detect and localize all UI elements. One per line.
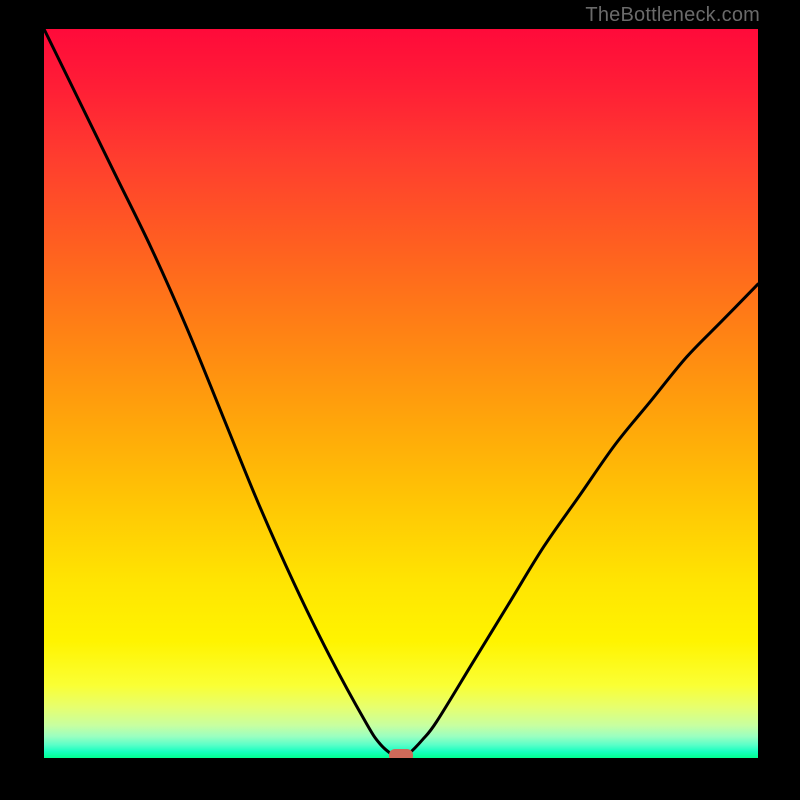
chart-frame: TheBottleneck.com (0, 0, 800, 800)
minimum-marker (389, 749, 413, 758)
watermark-text: TheBottleneck.com (585, 4, 760, 27)
chart-svg (44, 29, 758, 758)
plot-area (44, 29, 758, 758)
bottleneck-curve (44, 29, 758, 758)
